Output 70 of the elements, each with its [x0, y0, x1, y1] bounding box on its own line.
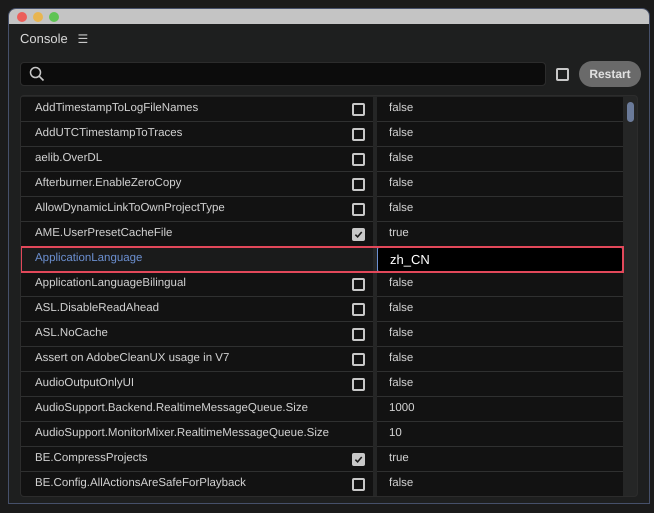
setting-name: AddUTCTimestampToTraces	[35, 126, 182, 142]
panel-title: Console	[20, 30, 68, 48]
setting-row[interactable]: BE.CompressProjects	[21, 447, 373, 472]
checkbox[interactable]	[352, 328, 365, 340]
checkbox[interactable]	[352, 452, 365, 466]
checkbox[interactable]	[352, 178, 365, 190]
setting-row[interactable]: ASL.DisableReadAhead	[21, 297, 373, 322]
setting-row[interactable]: Afterburner.EnableZeroCopy	[21, 172, 373, 197]
setting-row[interactable]: AME.UserPresetCacheFile	[21, 222, 373, 247]
setting-name: BE.CompressProjects	[35, 451, 148, 466]
checkbox[interactable]	[352, 352, 365, 366]
value-field[interactable]: true	[377, 447, 623, 472]
value-field[interactable]: false	[377, 197, 623, 222]
restart-button[interactable]: Restart	[579, 61, 641, 87]
setting-name: AudioOutputOnlyUI	[35, 376, 134, 392]
setting-row[interactable]: AddUTCTimestampToTraces	[21, 122, 373, 147]
checkbox[interactable]	[352, 228, 365, 240]
setting-row[interactable]: BE.Config.AllActionsAreSafeForPlayback	[21, 472, 373, 496]
scrollbar-thumb[interactable]	[626, 102, 634, 122]
value-field[interactable]: false	[377, 272, 623, 297]
setting-row[interactable]: AudioSupport.Backend.RealtimeMessageQueue.Size	[21, 397, 373, 422]
value-field[interactable]: false	[377, 322, 623, 347]
setting-row[interactable]: ApplicationLanguage	[21, 247, 373, 272]
checkbox[interactable]	[352, 152, 365, 166]
value-field[interactable]: 10	[377, 422, 623, 447]
checkbox[interactable]	[352, 378, 365, 390]
search-field[interactable]	[20, 62, 546, 86]
value-field[interactable]: false	[377, 472, 623, 496]
setting-name: ApplicationLanguageBilingual	[35, 276, 186, 292]
value-field[interactable]: false	[377, 297, 623, 322]
checkbox[interactable]	[352, 478, 365, 490]
checkbox[interactable]	[352, 202, 365, 216]
search-icon	[29, 66, 45, 82]
setting-name: AME.UserPresetCacheFile	[35, 226, 172, 242]
value-field[interactable]: false	[377, 147, 623, 172]
value-field[interactable]: false	[377, 172, 623, 197]
setting-name: ASL.DisableReadAhead	[35, 301, 160, 316]
checkbox[interactable]	[352, 128, 365, 140]
setting-row[interactable]: AudioOutputOnlyUI	[21, 372, 373, 397]
checkbox[interactable]	[352, 278, 365, 290]
value-field[interactable]: false	[377, 372, 623, 397]
setting-name: ApplicationLanguage	[35, 251, 142, 266]
setting-name: aelib.OverDL	[35, 151, 102, 166]
setting-name: Assert on AdobeCleanUX usage in V7	[35, 351, 230, 366]
setting-row[interactable]: ApplicationLanguageBilingual	[21, 272, 373, 297]
value-field[interactable]: true	[377, 222, 623, 247]
value-field[interactable]: false	[377, 122, 623, 147]
panel-menu[interactable]: ☰	[78, 30, 89, 48]
setting-row[interactable]: AllowDynamicLinkToOwnProjectType	[21, 197, 373, 222]
setting-name: BE.Config.AllActionsAreSafeForPlayback	[35, 476, 246, 492]
value-field[interactable]: 1000	[377, 397, 623, 422]
setting-name: AddTimestampToLogFileNames	[35, 101, 198, 116]
setting-row[interactable]: AddTimestampToLogFileNames	[21, 97, 373, 122]
checkmark-icon	[354, 230, 363, 238]
checkbox[interactable]	[556, 68, 569, 80]
checkbox[interactable]	[352, 302, 365, 316]
value-field[interactable]: zh_CN	[377, 247, 623, 272]
setting-name: AudioSupport.Backend.RealtimeMessageQueue.Size	[35, 401, 308, 416]
setting-row[interactable]: AudioSupport.MonitorMixer.RealtimeMessageQueue.Size	[21, 422, 373, 447]
setting-name: AllowDynamicLinkToOwnProjectType	[35, 201, 225, 216]
setting-name: ASL.NoCache	[35, 326, 108, 342]
setting-name: AudioSupport.MonitorMixer.RealtimeMessageQueue.Size	[35, 426, 330, 442]
setting-row[interactable]: ASL.NoCache	[21, 322, 373, 347]
setting-row[interactable]: Assert on AdobeCleanUX usage in V7	[21, 347, 373, 372]
setting-row[interactable]: aelib.OverDL	[21, 147, 373, 172]
setting-name: Afterburner.EnableZeroCopy	[35, 176, 182, 192]
value-field[interactable]: false	[377, 97, 623, 122]
checkbox[interactable]	[352, 102, 365, 116]
value-field[interactable]: false	[377, 347, 623, 372]
checkmark-icon	[354, 454, 363, 464]
